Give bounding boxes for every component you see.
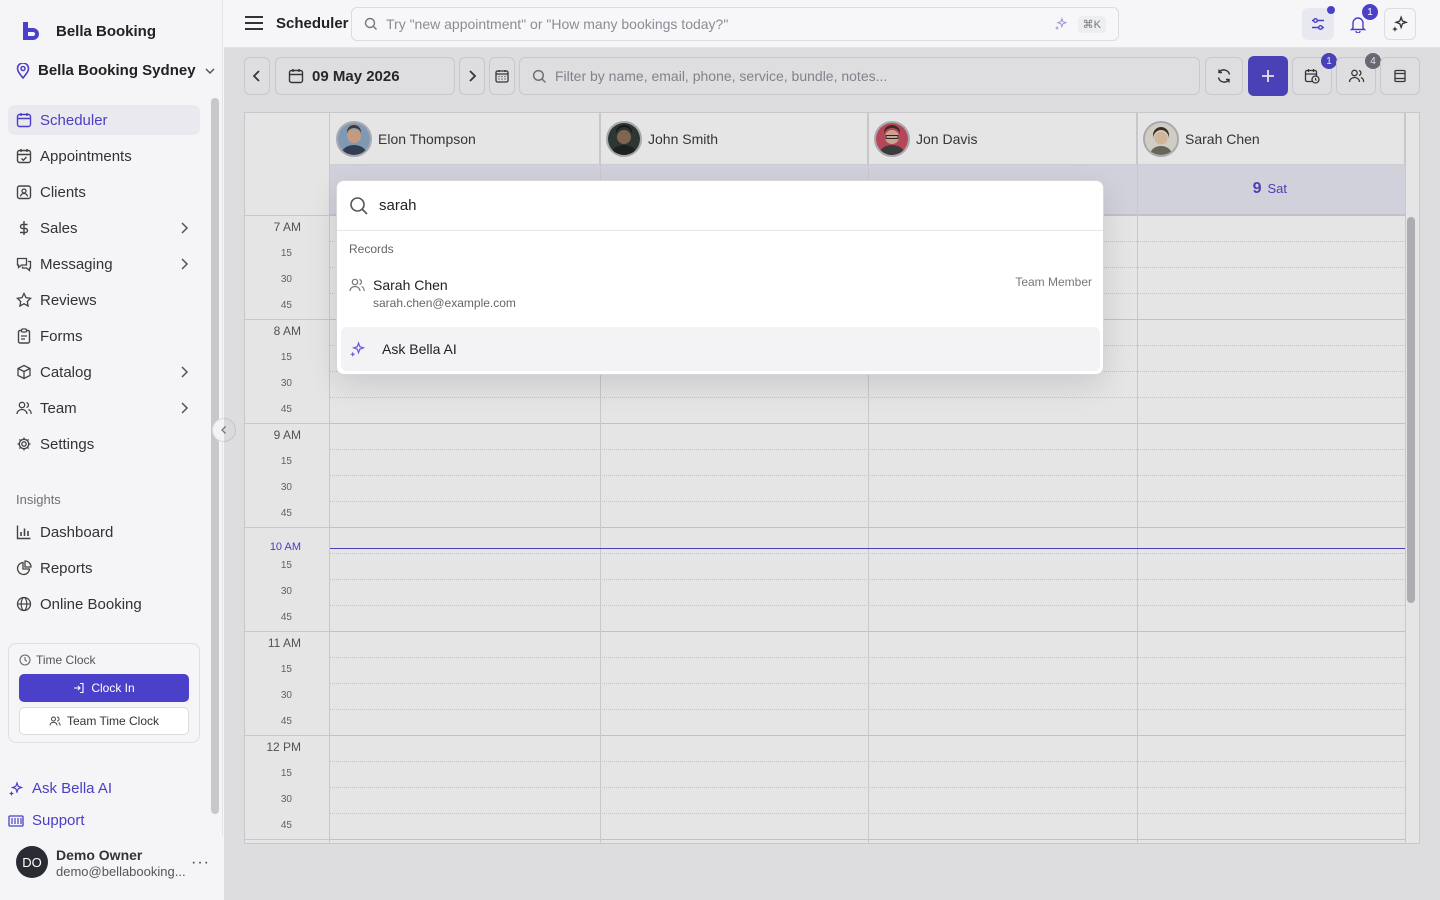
clipboard-icon bbox=[17, 328, 31, 344]
sidebar-item-scheduler[interactable]: Scheduler bbox=[8, 105, 200, 135]
sidebar-item-label: Clients bbox=[40, 183, 86, 201]
sidebar-item-label: Sales bbox=[40, 219, 78, 237]
top-bar: Scheduler ⌘K 1 bbox=[224, 0, 1440, 48]
user-name: Demo Owner bbox=[56, 847, 143, 863]
sidebar-item-label: Team bbox=[40, 399, 77, 417]
users-icon bbox=[16, 401, 32, 415]
clock-in-button[interactable]: Clock In bbox=[19, 674, 189, 702]
menu-icon[interactable] bbox=[244, 14, 264, 32]
chevron-right-icon bbox=[181, 222, 189, 234]
support-icon bbox=[8, 814, 24, 827]
sidebar-item-label: Settings bbox=[40, 435, 95, 453]
user-email: demo@bellabooking... bbox=[56, 864, 186, 879]
more-options-icon[interactable]: ··· bbox=[191, 854, 210, 872]
sparkles-icon bbox=[1054, 17, 1068, 31]
team-time-clock-button[interactable]: Team Time Clock bbox=[19, 707, 189, 735]
insights-section-label: Insights bbox=[16, 492, 61, 507]
palette-search[interactable] bbox=[337, 181, 1103, 231]
ask-bella-ai-link[interactable]: Ask Bella AI bbox=[8, 780, 112, 797]
location-name: Bella Booking Sydney bbox=[38, 62, 196, 79]
search-icon bbox=[364, 17, 377, 30]
keyboard-shortcut: ⌘K bbox=[1077, 16, 1106, 33]
user-profile[interactable]: DO Demo Owner demo@bellabooking... ··· bbox=[0, 836, 223, 900]
sidebar-item-reviews[interactable]: Reviews bbox=[8, 285, 200, 315]
bella-logo-icon bbox=[23, 22, 39, 40]
time-clock-title: Time Clock bbox=[19, 653, 96, 667]
globe-icon bbox=[16, 596, 32, 612]
pie-chart-icon bbox=[16, 560, 32, 576]
record-type: Team Member bbox=[1015, 275, 1092, 289]
results-group-label: Records bbox=[349, 242, 394, 256]
sidebar-item-sales[interactable]: Sales bbox=[8, 213, 200, 243]
sidebar-item-dashboard[interactable]: Dashboard bbox=[8, 517, 200, 547]
users-icon bbox=[49, 716, 61, 726]
sparkles-icon bbox=[1392, 15, 1409, 32]
dollar-icon bbox=[19, 221, 29, 235]
chevron-right-icon bbox=[181, 366, 189, 378]
search-result-record[interactable]: Sarah Chen sarah.chen@example.com Team M… bbox=[341, 269, 1100, 313]
support-link[interactable]: Support bbox=[8, 812, 85, 829]
sidebar-item-forms[interactable]: Forms bbox=[8, 321, 200, 351]
sidebar-item-label: Appointments bbox=[40, 147, 132, 165]
sidebar-item-messaging[interactable]: Messaging bbox=[8, 249, 200, 279]
chevron-down-icon bbox=[205, 67, 215, 74]
global-search[interactable]: ⌘K bbox=[351, 7, 1119, 41]
sidebar-item-clients[interactable]: Clients bbox=[8, 177, 200, 207]
sidebar: Bella Booking Bella Booking Sydney Sched… bbox=[0, 0, 223, 900]
sidebar-item-label: Reviews bbox=[40, 291, 97, 309]
chevron-right-icon bbox=[181, 402, 189, 414]
avatar: DO bbox=[16, 846, 48, 878]
login-icon bbox=[74, 682, 84, 694]
sidebar-item-catalog[interactable]: Catalog bbox=[8, 357, 200, 387]
sidebar-item-reports[interactable]: Reports bbox=[8, 553, 200, 583]
sidebar-item-appointments[interactable]: Appointments bbox=[8, 141, 200, 171]
ask-bella-ai-option[interactable]: Ask Bella AI bbox=[341, 327, 1100, 371]
calendar-icon bbox=[16, 113, 32, 128]
ai-assistant-button[interactable] bbox=[1384, 8, 1416, 40]
indicator-dot bbox=[1327, 6, 1335, 14]
record-name: Sarah Chen bbox=[373, 277, 448, 293]
sidebar-item-label: Scheduler bbox=[40, 111, 108, 129]
notification-badge: 1 bbox=[1362, 4, 1378, 20]
sidebar-item-label: Catalog bbox=[40, 363, 92, 381]
modal-overlay[interactable] bbox=[224, 48, 1440, 900]
sparkles-icon bbox=[9, 780, 24, 796]
contact-card-icon bbox=[16, 185, 32, 200]
users-icon bbox=[349, 278, 365, 292]
palette-search-input[interactable] bbox=[379, 197, 1079, 214]
map-pin-icon bbox=[16, 62, 30, 79]
global-search-input[interactable] bbox=[386, 16, 1026, 32]
calendar-check-icon bbox=[16, 149, 32, 164]
sidebar-item-settings[interactable]: Settings bbox=[8, 429, 200, 459]
search-icon bbox=[350, 196, 368, 215]
notifications-button[interactable]: 1 bbox=[1342, 4, 1378, 40]
chevron-right-icon bbox=[181, 258, 189, 270]
sidebar-scrollbar[interactable] bbox=[211, 98, 219, 814]
sidebar-item-label: Messaging bbox=[40, 255, 113, 273]
command-palette: Records Sarah Chen sarah.chen@example.co… bbox=[336, 180, 1104, 375]
clock-icon bbox=[19, 654, 31, 666]
messages-icon bbox=[16, 257, 32, 272]
sparkles-icon bbox=[350, 340, 366, 357]
bar-chart-icon bbox=[16, 525, 31, 540]
brand[interactable]: Bella Booking bbox=[20, 20, 156, 42]
record-email: sarah.chen@example.com bbox=[373, 296, 516, 310]
box-icon bbox=[17, 364, 31, 380]
sidebar-item-label: Dashboard bbox=[40, 523, 114, 541]
sidebar-item-online-booking[interactable]: Online Booking bbox=[8, 589, 200, 619]
sidebar-item-team[interactable]: Team bbox=[8, 393, 200, 423]
location-selector[interactable]: Bella Booking Sydney bbox=[16, 62, 216, 79]
page-title: Scheduler bbox=[276, 15, 349, 32]
ask-bella-label: Ask Bella AI bbox=[382, 341, 457, 357]
star-icon bbox=[16, 292, 32, 308]
time-clock-card: Time Clock Clock In Team Time Clock bbox=[8, 643, 200, 743]
sliders-icon bbox=[1312, 18, 1324, 30]
sidebar-item-label: Online Booking bbox=[40, 595, 142, 613]
sidebar-item-label: Forms bbox=[40, 327, 83, 345]
filters-button[interactable] bbox=[1302, 6, 1335, 40]
sidebar-item-label: Reports bbox=[40, 559, 93, 577]
gear-icon bbox=[17, 437, 31, 451]
brand-name: Bella Booking bbox=[56, 22, 157, 40]
